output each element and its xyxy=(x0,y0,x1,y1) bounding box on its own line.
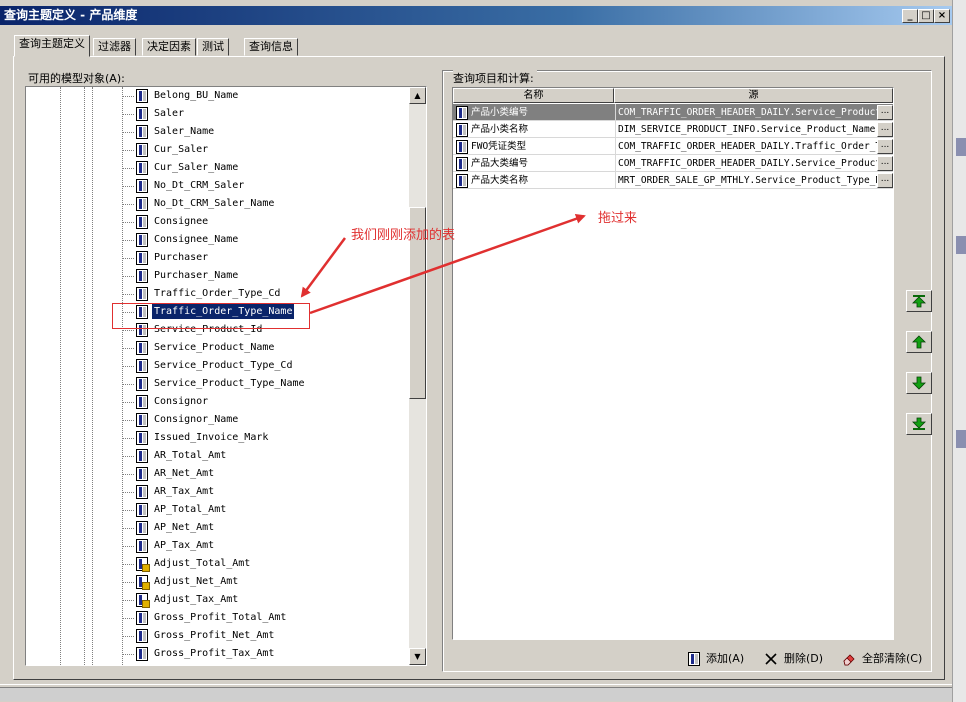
annotation-arrows xyxy=(300,213,586,315)
arrow-to-grid xyxy=(309,213,586,315)
arrow-to-item xyxy=(300,237,347,298)
tab-label: 查询主题定义 xyxy=(19,37,85,50)
tab-query-subject[interactable]: 查询主题定义 xyxy=(14,35,90,57)
